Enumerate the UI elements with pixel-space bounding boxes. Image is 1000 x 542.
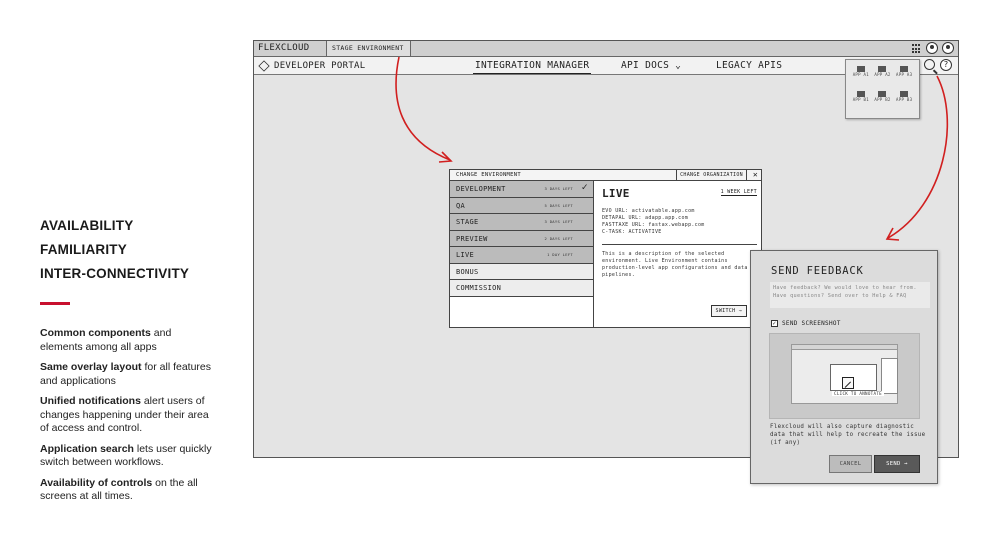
nav-icons: ? (924, 59, 952, 71)
help-icon[interactable]: ? (940, 59, 952, 71)
url-line: DETAPAL URL: adapp.app.com (602, 215, 689, 221)
env-meta: 3 DAYS LEFT (544, 186, 573, 191)
url-line: EVO URL: activatable.app.com (602, 208, 695, 214)
top-bar: FLEXCLOUD STAGE ENVIRONMENT (254, 41, 958, 57)
headings: AVAILABILITY FAMILIARITY INTER-CONNECTIV… (40, 214, 215, 286)
thumbnail-bar (792, 345, 897, 350)
app-label: APP A3 (896, 72, 913, 77)
send-screenshot-checkbox[interactable]: ✓ SEND SCREENSHOT (771, 320, 841, 327)
app-label: APP B3 (896, 97, 913, 102)
notification-icon[interactable] (926, 42, 938, 54)
env-item-stage[interactable]: STAGE 3 DAYS LEFT (450, 214, 593, 231)
change-organization-button[interactable]: CHANGE ORGANIZATION (676, 170, 747, 180)
apps-menu: APP A1 APP A2 APP A3 APP B1 APP B2 APP B… (845, 59, 920, 119)
detail-urls: EVO URL: activatable.app.com DETAPAL URL… (602, 208, 757, 236)
send-feedback-panel: SEND FEEDBACK Have feedback? We would lo… (750, 250, 938, 484)
annotate-icon[interactable] (842, 377, 854, 389)
app-tile[interactable]: APP A2 (872, 66, 894, 87)
url-line: C-TASK: ACTIVATIVE (602, 229, 662, 235)
nav-legacy-apis[interactable]: LEGACY APIS (716, 59, 782, 73)
env-item-qa[interactable]: QA 5 DAYS LEFT (450, 197, 593, 214)
search-icon[interactable] (924, 59, 935, 70)
nav-api-docs[interactable]: API DOCS ⌄ (621, 59, 681, 73)
check-icon: ✓ (581, 182, 588, 193)
layers-icon (258, 60, 270, 72)
switch-button[interactable]: SWITCH → (710, 305, 747, 317)
modal-header: CHANGE ENVIRONMENT CHANGE ORGANIZATION ✕ (450, 170, 761, 181)
red-divider (40, 302, 70, 305)
screenshot-preview[interactable]: CLICK TO ANNOTATE (769, 333, 920, 419)
bullet-app-search: Application search lets user quickly swi… (40, 443, 215, 470)
feedback-textarea[interactable]: Have feedback? We would love to hear fro… (770, 282, 930, 308)
environment-detail: LIVE 1 WEEK LEFT EVO URL: activatable.ap… (602, 187, 757, 279)
diagnostic-note: Flexcloud will also capture diagnostic d… (770, 424, 926, 446)
time-left-label: 1 WEEK LEFT (720, 189, 757, 196)
env-name: STAGE (456, 218, 479, 226)
modal-title: CHANGE ENVIRONMENT (456, 172, 522, 178)
thumbnail-panel (881, 358, 898, 394)
env-meta: 2 DAYS LEFT (544, 235, 573, 241)
environment-list: DEVELOPMENT 3 DAYS LEFT ✓ QA 5 DAYS LEFT ST… (450, 181, 594, 328)
env-meta: 5 DAYS LEFT (544, 202, 573, 208)
bullet-controls: Availability of controls on the all scre… (40, 477, 215, 504)
bullet-bold: Common components (40, 327, 151, 339)
bullet-overlay-layout: Same overlay layout for all features and… (40, 361, 215, 388)
env-name: QA (456, 201, 466, 210)
annotate-caption: CLICK TO ANNOTATE (832, 391, 884, 396)
app-tile[interactable]: APP A1 (850, 66, 872, 87)
screenshot-thumbnail: CLICK TO ANNOTATE (791, 344, 898, 404)
app-tile[interactable]: APP A3 (893, 66, 915, 87)
heading-familiarity: FAMILIARITY (40, 242, 127, 257)
env-meta: 3 DAYS LEFT (544, 219, 573, 224)
apps-grid-icon[interactable] (912, 44, 922, 54)
app-tile[interactable]: APP B3 (893, 91, 915, 112)
env-item-bonus[interactable]: BONUS (450, 263, 593, 280)
left-panel: AVAILABILITY FAMILIARITY INTER-CONNECTIV… (40, 214, 215, 511)
avatar-icon[interactable] (942, 42, 954, 54)
url-line: FASTTAXE URL: fastax.webapp.com (602, 222, 705, 228)
bullet-notifications: Unified notifications alert users of cha… (40, 395, 215, 436)
env-name: COMMISSION (456, 284, 502, 292)
app-label: APP A2 (874, 72, 891, 77)
app-label: APP B1 (852, 97, 869, 102)
bullet-common-components: Common components and elements among all… (40, 327, 215, 354)
bullet-bold: Unified notifications (40, 395, 141, 407)
heading-availability: AVAILABILITY (40, 218, 134, 233)
env-name: DEVELOPMENT (456, 185, 506, 193)
env-item-preview[interactable]: PREVIEW 2 DAYS LEFT (450, 230, 593, 247)
top-icons (912, 42, 954, 54)
app-label: APP A1 (852, 72, 869, 77)
checkbox-label: SEND SCREENSHOT (782, 320, 841, 327)
app-label: APP B2 (874, 97, 891, 102)
app-tile[interactable]: APP B2 (872, 91, 894, 112)
app-tile[interactable]: APP B1 (850, 91, 872, 112)
env-name: LIVE (456, 251, 475, 259)
developer-portal[interactable]: DEVELOPER PORTAL (258, 59, 366, 73)
checkbox-icon[interactable]: ✓ (771, 320, 778, 327)
portal-label: DEVELOPER PORTAL (274, 61, 366, 71)
env-item-commission[interactable]: COMMISSION (450, 280, 593, 297)
env-item-development[interactable]: DEVELOPMENT 3 DAYS LEFT ✓ (450, 181, 593, 198)
nav-integration-manager[interactable]: INTEGRATION MANAGER (473, 59, 592, 74)
detail-description: This is a description of the selected en… (602, 251, 748, 278)
cancel-button[interactable]: CANCEL (829, 455, 872, 473)
env-item-live[interactable]: LIVE 1 DAY LEFT (450, 247, 593, 264)
env-name: BONUS (456, 267, 479, 276)
divider (602, 244, 757, 245)
brand-tab[interactable]: FLEXCLOUD (254, 41, 327, 56)
bullet-bold: Availability of controls (40, 476, 153, 489)
close-icon[interactable]: ✕ (753, 170, 758, 180)
environment-tab[interactable]: STAGE ENVIRONMENT (327, 41, 411, 56)
bullet-bold: Same overlay layout (40, 361, 142, 373)
env-name: PREVIEW (456, 234, 488, 243)
env-meta: 1 DAY LEFT (547, 252, 573, 257)
heading-inter-connectivity: INTER-CONNECTIVITY (40, 266, 190, 281)
send-button[interactable]: SEND → (874, 455, 920, 473)
change-environment-modal: CHANGE ENVIRONMENT CHANGE ORGANIZATION ✕… (449, 169, 762, 328)
bullet-bold: Application search (40, 442, 134, 455)
feedback-title: SEND FEEDBACK (771, 265, 864, 277)
